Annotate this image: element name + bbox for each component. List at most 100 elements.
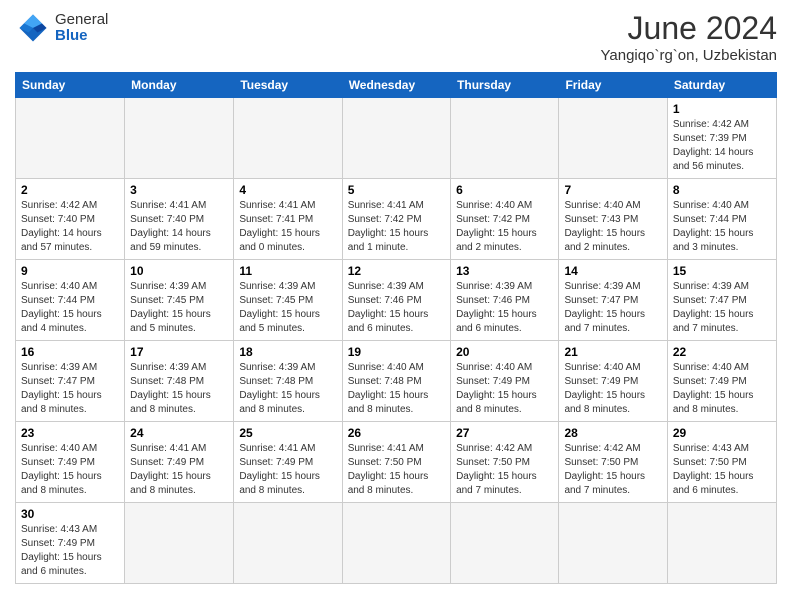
header-right: June 2024 Yangiqo`rg`on, Uzbekistan	[601, 10, 777, 64]
calendar-cell: 8Sunrise: 4:40 AMSunset: 7:44 PMDaylight…	[667, 179, 776, 260]
calendar-cell: 9 Sunrise: 4:40 AMSunset: 7:44 PMDaylight…	[16, 260, 125, 341]
day-number: 19	[348, 345, 445, 359]
day-info: Sunrise: 4:42 AMSunset: 7:50 PMDaylight:…	[456, 442, 553, 498]
day-info: Sunrise: 4:39 AMSunset: 7:48 PMDaylight:…	[130, 361, 228, 417]
day-info: Sunrise: 4:40 AMSunset: 7:44 PMDaylight:…	[21, 280, 119, 336]
day-info: Sunrise: 4:42 AMSunset: 7:39 PMDaylight:…	[673, 118, 771, 174]
calendar-cell	[451, 98, 559, 179]
day-number: 17	[130, 345, 228, 359]
calendar-cell: 24Sunrise: 4:41 AMSunset: 7:49 PMDayligh…	[125, 422, 234, 503]
day-info: Sunrise: 4:39 AMSunset: 7:47 PMDaylight:…	[564, 280, 661, 336]
day-info: Sunrise: 4:40 AMSunset: 7:43 PMDaylight:…	[564, 199, 661, 255]
logo-text: General Blue	[55, 12, 108, 45]
calendar-cell: 19Sunrise: 4:40 AMSunset: 7:48 PMDayligh…	[342, 341, 450, 422]
calendar-week-5: 30 Sunrise: 4:43 AMSunset: 7:49 PMDayligh…	[16, 503, 777, 584]
header: General Blue June 2024 Yangiqo`rg`on, Uz…	[15, 10, 777, 64]
calendar-cell: 10Sunrise: 4:39 AMSunset: 7:45 PMDayligh…	[125, 260, 234, 341]
calendar-cell: 28 Sunrise: 4:42 AMSunset: 7:50 PMDayligh…	[559, 422, 667, 503]
calendar-cell	[342, 503, 450, 584]
day-number: 29	[673, 426, 771, 440]
calendar-cell: 26 Sunrise: 4:41 AMSunset: 7:50 PMDayligh…	[342, 422, 450, 503]
day-info: Sunrise: 4:41 AMSunset: 7:50 PMDaylight:…	[348, 442, 445, 498]
calendar-cell: 25 Sunrise: 4:41 AMSunset: 7:49 PMDayligh…	[234, 422, 342, 503]
calendar-cell	[125, 503, 234, 584]
day-info: Sunrise: 4:39 AMSunset: 7:46 PMDaylight:…	[456, 280, 553, 336]
day-number: 20	[456, 345, 553, 359]
day-number: 7	[564, 183, 661, 197]
day-number: 16	[21, 345, 119, 359]
day-info: Sunrise: 4:41 AMSunset: 7:41 PMDaylight:…	[239, 199, 336, 255]
day-info: Sunrise: 4:40 AMSunset: 7:42 PMDaylight:…	[456, 199, 553, 255]
day-info: Sunrise: 4:39 AMSunset: 7:46 PMDaylight:…	[348, 280, 445, 336]
calendar-cell: 18Sunrise: 4:39 AMSunset: 7:48 PMDayligh…	[234, 341, 342, 422]
calendar-week-0: 1 Sunrise: 4:42 AMSunset: 7:39 PMDaylight…	[16, 98, 777, 179]
day-number: 28	[564, 426, 661, 440]
calendar-week-1: 2 Sunrise: 4:42 AMSunset: 7:40 PMDaylight…	[16, 179, 777, 260]
calendar-week-2: 9 Sunrise: 4:40 AMSunset: 7:44 PMDaylight…	[16, 260, 777, 341]
day-info: Sunrise: 4:40 AMSunset: 7:49 PMDaylight:…	[673, 361, 771, 417]
calendar-cell: 14Sunrise: 4:39 AMSunset: 7:47 PMDayligh…	[559, 260, 667, 341]
day-info: Sunrise: 4:41 AMSunset: 7:42 PMDaylight:…	[348, 199, 445, 255]
calendar-cell: 13 Sunrise: 4:39 AMSunset: 7:46 PMDayligh…	[451, 260, 559, 341]
calendar-cell: 29Sunrise: 4:43 AMSunset: 7:50 PMDayligh…	[667, 422, 776, 503]
logo-general-text: General	[55, 11, 108, 28]
day-number: 3	[130, 183, 228, 197]
day-header-saturday: Saturday	[667, 73, 776, 98]
day-info: Sunrise: 4:42 AMSunset: 7:40 PMDaylight:…	[21, 199, 119, 255]
calendar-cell: 11 Sunrise: 4:39 AMSunset: 7:45 PMDayligh…	[234, 260, 342, 341]
day-info: Sunrise: 4:39 AMSunset: 7:47 PMDaylight:…	[21, 361, 119, 417]
day-header-wednesday: Wednesday	[342, 73, 450, 98]
day-number: 22	[673, 345, 771, 359]
calendar-cell: 7 Sunrise: 4:40 AMSunset: 7:43 PMDaylight…	[559, 179, 667, 260]
day-info: Sunrise: 4:39 AMSunset: 7:45 PMDaylight:…	[130, 280, 228, 336]
day-info: Sunrise: 4:43 AMSunset: 7:49 PMDaylight:…	[21, 523, 119, 579]
day-header-thursday: Thursday	[451, 73, 559, 98]
calendar-cell	[559, 98, 667, 179]
day-number: 18	[239, 345, 336, 359]
day-number: 1	[673, 102, 771, 116]
day-number: 30	[21, 507, 119, 521]
calendar-cell: 12 Sunrise: 4:39 AMSunset: 7:46 PMDayligh…	[342, 260, 450, 341]
calendar-cell: 3Sunrise: 4:41 AMSunset: 7:40 PMDaylight…	[125, 179, 234, 260]
calendar-cell	[667, 503, 776, 584]
calendar-cell: 22 Sunrise: 4:40 AMSunset: 7:49 PMDayligh…	[667, 341, 776, 422]
day-info: Sunrise: 4:41 AMSunset: 7:49 PMDaylight:…	[130, 442, 228, 498]
calendar-cell: 30 Sunrise: 4:43 AMSunset: 7:49 PMDayligh…	[16, 503, 125, 584]
day-number: 26	[348, 426, 445, 440]
calendar-cell	[451, 503, 559, 584]
calendar-cell: 23 Sunrise: 4:40 AMSunset: 7:49 PMDayligh…	[16, 422, 125, 503]
calendar-cell: 1 Sunrise: 4:42 AMSunset: 7:39 PMDaylight…	[667, 98, 776, 179]
day-number: 9	[21, 264, 119, 278]
calendar-cell: 27 Sunrise: 4:42 AMSunset: 7:50 PMDayligh…	[451, 422, 559, 503]
day-info: Sunrise: 4:41 AMSunset: 7:49 PMDaylight:…	[239, 442, 336, 498]
calendar-cell: 6 Sunrise: 4:40 AMSunset: 7:42 PMDaylight…	[451, 179, 559, 260]
day-number: 12	[348, 264, 445, 278]
calendar-cell: 20Sunrise: 4:40 AMSunset: 7:49 PMDayligh…	[451, 341, 559, 422]
day-header-sunday: Sunday	[16, 73, 125, 98]
calendar-cell: 5 Sunrise: 4:41 AMSunset: 7:42 PMDaylight…	[342, 179, 450, 260]
calendar-week-3: 16 Sunrise: 4:39 AMSunset: 7:47 PMDayligh…	[16, 341, 777, 422]
calendar-page: General Blue June 2024 Yangiqo`rg`on, Uz…	[0, 0, 792, 594]
day-info: Sunrise: 4:39 AMSunset: 7:45 PMDaylight:…	[239, 280, 336, 336]
day-number: 21	[564, 345, 661, 359]
day-info: Sunrise: 4:42 AMSunset: 7:50 PMDaylight:…	[564, 442, 661, 498]
day-info: Sunrise: 4:40 AMSunset: 7:49 PMDaylight:…	[21, 442, 119, 498]
day-number: 6	[456, 183, 553, 197]
calendar-cell: 4 Sunrise: 4:41 AMSunset: 7:41 PMDaylight…	[234, 179, 342, 260]
day-number: 2	[21, 183, 119, 197]
calendar-week-4: 23 Sunrise: 4:40 AMSunset: 7:49 PMDayligh…	[16, 422, 777, 503]
location: Yangiqo`rg`on, Uzbekistan	[601, 47, 777, 64]
calendar-table: SundayMondayTuesdayWednesdayThursdayFrid…	[15, 72, 777, 584]
calendar-cell	[16, 98, 125, 179]
calendar-cell: 2 Sunrise: 4:42 AMSunset: 7:40 PMDaylight…	[16, 179, 125, 260]
day-number: 4	[239, 183, 336, 197]
day-number: 25	[239, 426, 336, 440]
day-number: 27	[456, 426, 553, 440]
day-number: 13	[456, 264, 553, 278]
day-number: 5	[348, 183, 445, 197]
day-number: 11	[239, 264, 336, 278]
day-info: Sunrise: 4:39 AMSunset: 7:47 PMDaylight:…	[673, 280, 771, 336]
days-header-row: SundayMondayTuesdayWednesdayThursdayFrid…	[16, 73, 777, 98]
day-number: 23	[21, 426, 119, 440]
day-header-friday: Friday	[559, 73, 667, 98]
